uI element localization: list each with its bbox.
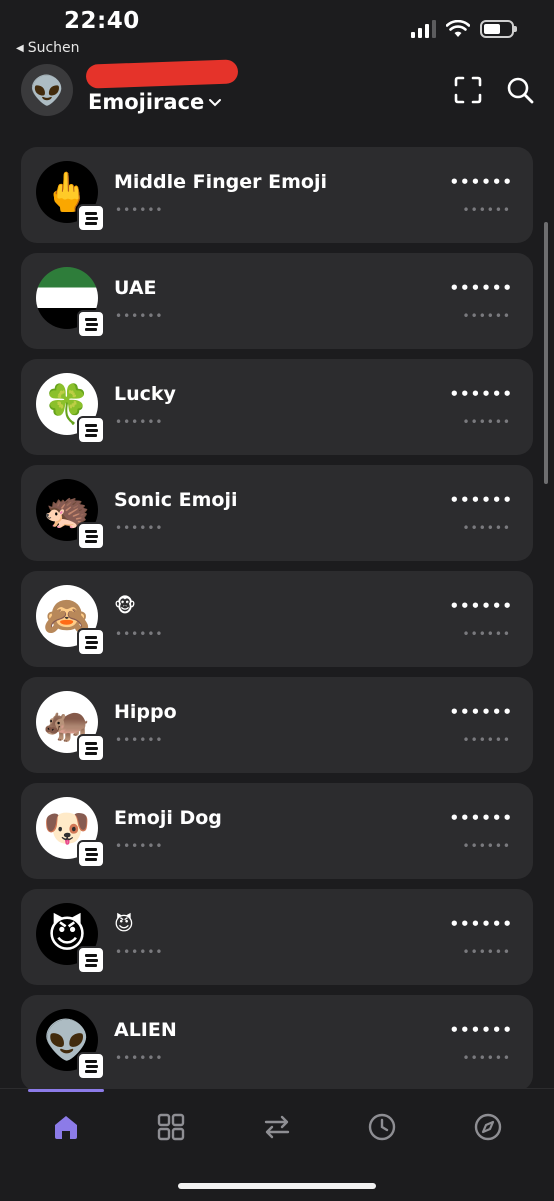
- token-row[interactable]: 🍀 Lucky •••••• •••••• ••••••: [21, 359, 533, 455]
- tab-collectibles[interactable]: [149, 1105, 193, 1149]
- tab-activity[interactable]: [360, 1105, 404, 1149]
- cellular-signal-icon: [411, 20, 436, 38]
- back-link-label: Suchen: [27, 40, 80, 56]
- token-amount-hidden: ••••••: [115, 945, 164, 959]
- history-clock-icon: [368, 1113, 396, 1141]
- scan-button[interactable]: [452, 74, 484, 106]
- active-tab-indicator: [28, 1089, 104, 1092]
- token-amount-hidden: ••••••: [115, 839, 164, 853]
- token-amount-hidden: ••••••: [115, 203, 164, 217]
- back-arrow-icon: ◀: [16, 42, 24, 54]
- solana-chain-icon: [77, 522, 105, 550]
- wifi-icon: [446, 20, 470, 37]
- solana-chain-icon: [77, 840, 105, 868]
- scan-icon: [454, 76, 482, 104]
- token-name: Lucky: [114, 383, 176, 405]
- token-amount-hidden: ••••••: [115, 415, 164, 429]
- tab-swap[interactable]: [255, 1105, 299, 1149]
- token-value-hidden: ••••••: [449, 173, 513, 191]
- token-change-hidden: ••••••: [462, 839, 511, 853]
- home-icon: [55, 1116, 77, 1139]
- token-name: Sonic Emoji: [114, 489, 238, 511]
- scrollbar[interactable]: [544, 222, 548, 484]
- status-time: 22:40: [64, 8, 140, 34]
- token-change-hidden: ••••••: [462, 203, 511, 217]
- solana-chain-icon: [77, 204, 105, 232]
- back-to-search-link[interactable]: ◀ Suchen: [16, 40, 80, 56]
- token-change-hidden: ••••••: [462, 1051, 511, 1065]
- redacted-address: [85, 59, 239, 89]
- explore-compass-icon: [474, 1113, 502, 1141]
- wallet-name-label: Emojirace: [88, 90, 205, 114]
- token-value-hidden: ••••••: [449, 597, 513, 615]
- token-amount-hidden: ••••••: [115, 627, 164, 641]
- token-value-hidden: ••••••: [449, 915, 513, 933]
- token-change-hidden: ••••••: [462, 627, 511, 641]
- search-button[interactable]: [504, 74, 536, 106]
- solana-chain-icon: [77, 946, 105, 974]
- token-change-hidden: ••••••: [462, 415, 511, 429]
- solana-chain-icon: [77, 1052, 105, 1080]
- token-amount-hidden: ••••••: [115, 733, 164, 747]
- token-change-hidden: ••••••: [462, 945, 511, 959]
- token-value-hidden: ••••••: [449, 809, 513, 827]
- token-value-hidden: ••••••: [449, 703, 513, 721]
- token-row[interactable]: 🐶 Emoji Dog •••••• •••••• ••••••: [21, 783, 533, 879]
- tab-home[interactable]: [44, 1105, 88, 1149]
- status-icons: [411, 20, 517, 38]
- token-value-hidden: ••••••: [449, 1021, 513, 1039]
- token-row[interactable]: 🦛 Hippo •••••• •••••• ••••••: [21, 677, 533, 773]
- token-name: Hippo: [114, 701, 177, 723]
- token-row[interactable]: 🖕 Middle Finger Emoji •••••• •••••• ••••••: [21, 147, 533, 243]
- token-value-hidden: ••••••: [449, 385, 513, 403]
- token-list: 🖕 Middle Finger Emoji •••••• •••••• •••••• UA…: [21, 147, 533, 1101]
- token-name: Middle Finger Emoji: [114, 171, 327, 193]
- chevron-down-icon: [209, 99, 222, 107]
- token-change-hidden: ••••••: [462, 733, 511, 747]
- token-name: ALIEN: [114, 1019, 177, 1041]
- search-icon: [507, 77, 534, 104]
- token-change-hidden: ••••••: [462, 309, 511, 323]
- token-name: 🐵: [114, 595, 136, 617]
- token-name: UAE: [114, 277, 157, 299]
- wallet-avatar[interactable]: 👽: [21, 64, 73, 116]
- token-row[interactable]: 😈 😈 •••••• •••••• ••••••: [21, 889, 533, 985]
- token-value-hidden: ••••••: [449, 491, 513, 509]
- token-name: 😈: [114, 913, 134, 935]
- token-value-hidden: ••••••: [449, 279, 513, 297]
- token-row[interactable]: 🦔 Sonic Emoji •••••• •••••• ••••••: [21, 465, 533, 561]
- token-amount-hidden: ••••••: [115, 309, 164, 323]
- solana-chain-icon: [77, 310, 105, 338]
- token-amount-hidden: ••••••: [115, 521, 164, 535]
- token-change-hidden: ••••••: [462, 521, 511, 535]
- battery-icon: [480, 20, 517, 38]
- solana-chain-icon: [77, 734, 105, 762]
- token-row[interactable]: 👽 ALIEN •••••• •••••• ••••••: [21, 995, 533, 1091]
- grid-icon: [157, 1113, 185, 1141]
- tab-explore[interactable]: [466, 1105, 510, 1149]
- token-name: Emoji Dog: [114, 807, 222, 829]
- solana-chain-icon: [77, 416, 105, 444]
- solana-chain-icon: [77, 628, 105, 656]
- token-row[interactable]: 🙈 🐵 •••••• •••••• ••••••: [21, 571, 533, 667]
- home-indicator: [178, 1183, 376, 1189]
- swap-icon: [264, 1115, 290, 1139]
- wallet-selector[interactable]: Emojirace: [88, 90, 222, 114]
- token-amount-hidden: ••••••: [115, 1051, 164, 1065]
- token-row[interactable]: UAE •••••• •••••• ••••••: [21, 253, 533, 349]
